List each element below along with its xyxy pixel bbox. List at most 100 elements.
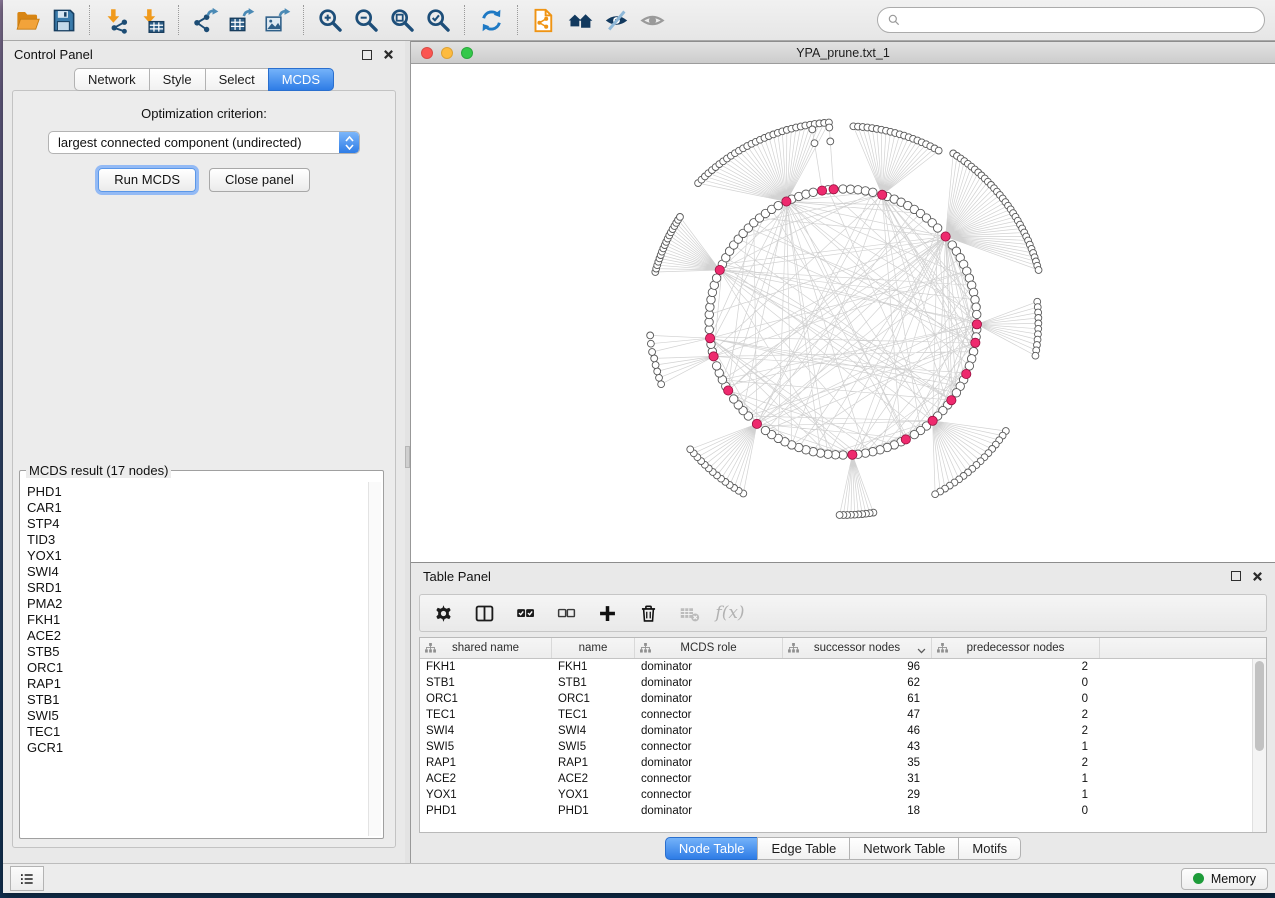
network-node[interactable] [687, 446, 694, 453]
network-node[interactable] [827, 138, 834, 145]
table-cell[interactable]: FKH1 [552, 661, 635, 673]
table-cell[interactable]: RAP1 [552, 757, 635, 769]
tab-select[interactable]: Select [205, 68, 269, 91]
table-cell[interactable]: ORC1 [420, 693, 552, 705]
network-node[interactable] [712, 274, 720, 282]
table-cell[interactable]: 62 [783, 677, 932, 689]
mcds-node[interactable] [848, 450, 857, 459]
network-node[interactable] [809, 188, 817, 196]
mcds-result-item[interactable]: PHD1 [27, 484, 381, 500]
zoom-out-icon[interactable] [348, 3, 384, 37]
refresh-layout-icon[interactable] [473, 3, 509, 37]
table-cell[interactable]: SWI4 [420, 725, 552, 737]
table-cell[interactable]: 2 [932, 757, 1100, 769]
open-file-icon[interactable] [9, 3, 45, 37]
table-cell[interactable]: 0 [932, 677, 1100, 689]
table-cell[interactable]: TEC1 [552, 709, 635, 721]
table-cell[interactable]: 35 [783, 757, 932, 769]
delete-column-icon[interactable] [637, 602, 659, 624]
float-table-panel-icon[interactable] [1231, 571, 1241, 581]
zoom-fit-icon[interactable] [384, 3, 420, 37]
minimize-traffic-light[interactable] [441, 47, 453, 59]
mcds-result-item[interactable]: STB5 [27, 644, 381, 660]
table-cell[interactable]: ORC1 [552, 693, 635, 705]
network-node[interactable] [761, 426, 769, 434]
network-node[interactable] [826, 124, 833, 131]
table-cell[interactable]: connector [635, 773, 783, 785]
table-row[interactable]: ORC1ORC1dominator610 [420, 691, 1266, 707]
table-cell[interactable]: PHD1 [552, 805, 635, 817]
mcds-node[interactable] [715, 265, 724, 274]
table-scrollbar[interactable] [1252, 659, 1266, 832]
close-panel-button[interactable]: Close panel [209, 168, 310, 192]
table-cell[interactable]: YOX1 [552, 789, 635, 801]
table-row[interactable]: RAP1RAP1dominator352 [420, 755, 1266, 771]
column-header-shared-name[interactable]: shared name [420, 638, 552, 658]
table-cell[interactable]: RAP1 [420, 757, 552, 769]
table-scrollbar-thumb[interactable] [1255, 661, 1264, 751]
mcds-result-item[interactable]: SRD1 [27, 580, 381, 596]
table-cell[interactable]: PHD1 [420, 805, 552, 817]
network-node[interactable] [651, 355, 658, 362]
table-cell[interactable]: connector [635, 789, 783, 801]
mcds-result-item[interactable]: SWI5 [27, 708, 381, 724]
mcds-node[interactable] [947, 396, 956, 405]
mcds-result-item[interactable]: STP4 [27, 516, 381, 532]
save-session-icon[interactable] [45, 3, 81, 37]
network-node[interactable] [935, 147, 942, 154]
table-cell[interactable]: connector [635, 709, 783, 721]
select-all-icon[interactable] [514, 602, 536, 624]
tab-network-table[interactable]: Network Table [849, 837, 959, 860]
network-node[interactable] [965, 362, 973, 370]
network-node[interactable] [649, 349, 656, 356]
network-node[interactable] [647, 340, 654, 347]
table-row[interactable]: STB1STB1dominator620 [420, 675, 1266, 691]
table-cell[interactable]: 29 [783, 789, 932, 801]
network-node[interactable] [647, 332, 654, 339]
table-cell[interactable]: TEC1 [420, 709, 552, 721]
network-node[interactable] [809, 126, 816, 133]
table-cell[interactable]: 43 [783, 741, 932, 753]
table-cell[interactable]: SWI4 [552, 725, 635, 737]
network-view-titlebar[interactable]: YPA_prune.txt_1 [411, 41, 1275, 64]
task-history-button[interactable] [10, 866, 44, 891]
deselect-all-icon[interactable] [555, 602, 577, 624]
mcds-result-item[interactable]: SWI4 [27, 564, 381, 580]
table-cell[interactable]: SWI5 [552, 741, 635, 753]
mcds-result-item[interactable]: ORC1 [27, 660, 381, 676]
table-cell[interactable]: FKH1 [420, 661, 552, 673]
tab-mcds[interactable]: MCDS [268, 68, 334, 91]
mcds-node[interactable] [901, 435, 910, 444]
table-row[interactable]: FKH1FKH1dominator962 [420, 659, 1266, 675]
maximize-traffic-light[interactable] [461, 47, 473, 59]
network-node[interactable] [652, 362, 659, 369]
column-header-name[interactable]: name [552, 638, 635, 658]
network-node[interactable] [972, 310, 980, 318]
mcds-node[interactable] [709, 352, 718, 361]
table-row[interactable]: ACE2ACE2connector311 [420, 771, 1266, 787]
table-cell[interactable]: 31 [783, 773, 932, 785]
zoom-in-icon[interactable] [312, 3, 348, 37]
mcds-node[interactable] [972, 320, 981, 329]
add-column-icon[interactable] [596, 602, 618, 624]
column-header-mcds-role[interactable]: MCDS role [635, 638, 783, 658]
network-node[interactable] [656, 374, 663, 381]
network-node[interactable] [933, 224, 941, 232]
table-cell[interactable]: dominator [635, 725, 783, 737]
search-input[interactable] [901, 10, 1264, 30]
network-node[interactable] [730, 395, 738, 403]
mcds-result-item[interactable]: ACE2 [27, 628, 381, 644]
mcds-result-item[interactable]: FKH1 [27, 612, 381, 628]
close-panel-icon[interactable] [383, 49, 394, 60]
run-mcds-button[interactable]: Run MCDS [98, 168, 196, 192]
table-cell[interactable]: dominator [635, 805, 783, 817]
table-cell[interactable]: 1 [932, 773, 1100, 785]
tab-node-table[interactable]: Node Table [665, 837, 759, 860]
table-cell[interactable]: dominator [635, 661, 783, 673]
import-table-icon[interactable] [134, 3, 170, 37]
column-header-predecessor-nodes[interactable]: predecessor nodes [932, 638, 1100, 658]
network-overview-icon[interactable] [562, 3, 598, 37]
table-cell[interactable]: 1 [932, 741, 1100, 753]
mcds-node[interactable] [962, 369, 971, 378]
mcds-result-item[interactable]: STB1 [27, 692, 381, 708]
